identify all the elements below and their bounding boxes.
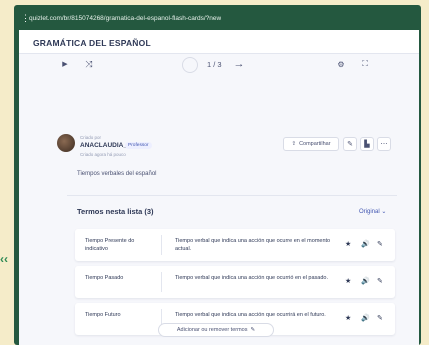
edit-set-button[interactable]: ✎ [343,137,357,151]
card-separator [161,235,162,255]
star-icon[interactable]: ★ [345,314,351,322]
address-bar[interactable]: ⋮ quizlet.com/br/815074268/gramatica-del… [17,8,418,28]
audio-icon[interactable]: 🔊 [361,314,370,322]
page: GRAMÁTICA DEL ESPAÑOL ▶ ⤨ 1 / 3 → ⚙ ⛶ Cr… [19,30,419,345]
created-by-label: Criado por [80,135,102,140]
play-icon[interactable]: ▶ [59,58,71,70]
fullscreen-icon[interactable]: ⛶ [359,58,371,70]
definition-text: Tiempo verbal que indica una acción que … [175,312,326,318]
set-description: Tiempos verbales del español [77,171,157,177]
add-remove-label: Adicionar ou remover termos [176,327,248,333]
audio-icon[interactable]: 🔊 [361,240,370,248]
star-icon[interactable]: ★ [345,240,351,248]
edit-icon[interactable]: ✎ [377,314,383,322]
card-separator [161,272,162,292]
more-icon: ⋯ [380,141,388,148]
url-text[interactable]: quizlet.com/br/815074268/gramatica-del-e… [29,15,221,22]
term-card: Tiempo Pasado Tiempo verbal que indica u… [75,266,395,298]
terms-heading: Termos nesta lista (3) [77,207,154,216]
chevron-left-icon: ‹‹ [0,252,8,266]
definition-text: Tiempo verbal que indica una acción que … [175,275,328,281]
sort-label: Original [359,209,380,215]
term-card: Tiempo Presente do indicativo Tiempo ver… [75,229,395,261]
divider [67,195,397,196]
stats-button[interactable]: ▙ [360,137,374,151]
stats-icon: ▙ [364,141,370,148]
card-counter: 1 / 3 [207,60,222,69]
previous-button[interactable] [182,57,198,73]
star-icon[interactable]: ★ [345,277,351,285]
term-text: Tiempo Pasado [85,275,124,281]
shuffle-icon[interactable]: ⤨ [83,58,95,70]
edit-icon[interactable]: ✎ [377,240,383,248]
menu-dots-icon[interactable]: ⋮ [21,13,30,24]
chevron-down-icon: ⌄ [381,209,387,215]
avatar[interactable] [57,134,75,152]
edit-icon[interactable]: ✎ [377,277,383,285]
created-subline: Criado agora há pouco [80,152,126,157]
definition-text: Tiempo verbal que indica una acción que … [175,238,331,252]
pencil-icon: ✎ [347,141,353,148]
add-remove-terms-button[interactable]: Adicionar ou remover termos ✎ [158,323,274,337]
share-button[interactable]: ⇪ Compartilhar [283,137,339,151]
more-button[interactable]: ⋯ [377,137,391,151]
share-label: Compartilhar [299,141,331,147]
sort-dropdown[interactable]: Original ⌄ [359,208,386,215]
settings-icon[interactable]: ⚙ [335,58,347,70]
page-title: GRAMÁTICA DEL ESPAÑOL [33,38,151,48]
pencil-icon: ✎ [250,327,256,333]
term-text: Tiempo Presente do indicativo [85,238,135,252]
share-icon: ⇪ [291,141,297,147]
role-badge: Professor [125,142,152,149]
audio-icon[interactable]: 🔊 [361,277,370,285]
arrow-right-icon[interactable]: → [231,56,247,72]
term-text: Tiempo Futuro [85,312,121,318]
